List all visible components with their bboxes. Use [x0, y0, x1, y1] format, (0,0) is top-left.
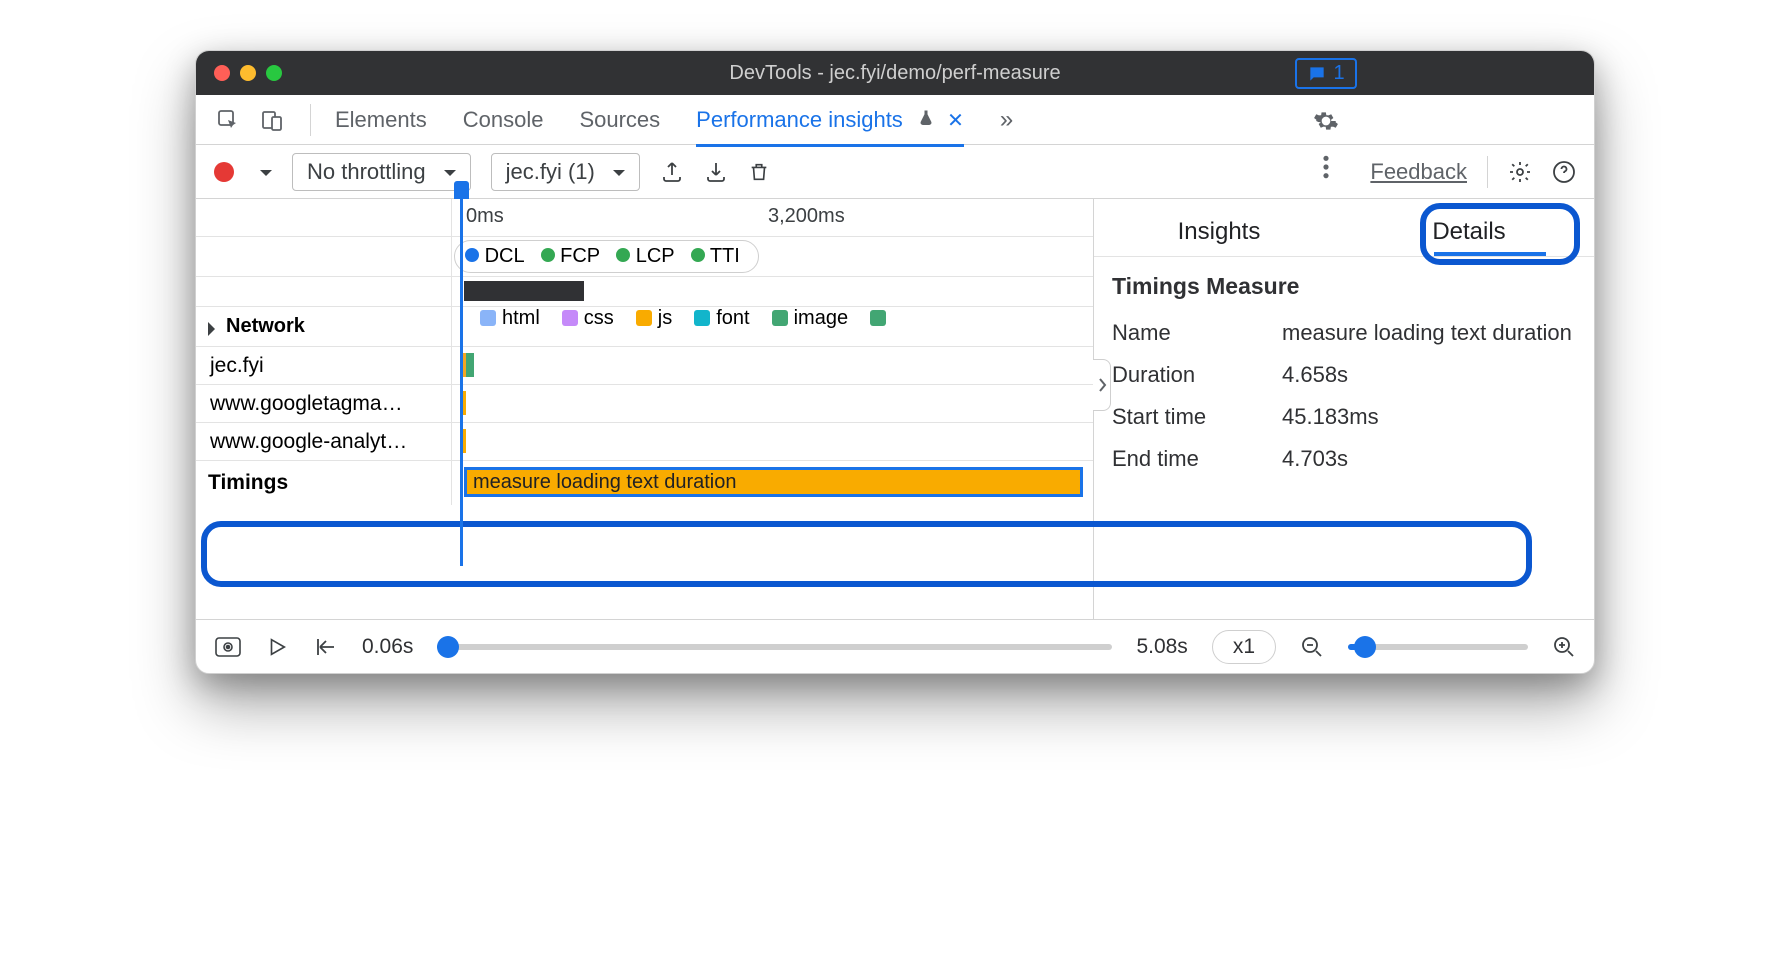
playback-slider[interactable]: [437, 644, 1112, 650]
throttling-value: No throttling: [307, 159, 426, 185]
timing-measure-label: measure loading text duration: [473, 471, 737, 494]
settings-icon[interactable]: [1312, 107, 1340, 135]
devtools-tabbar: Elements Console Sources Performance ins…: [196, 95, 1594, 145]
record-button[interactable]: [214, 162, 234, 182]
throttling-dropdown[interactable]: No throttling: [292, 153, 471, 191]
tab-list: Elements Console Sources Performance ins…: [335, 96, 1060, 144]
divider: [310, 104, 311, 136]
metric-tti: TTI: [710, 245, 740, 267]
timings-header: Timings: [208, 471, 288, 495]
detail-value: 45.183ms: [1282, 404, 1379, 430]
host-label: jec.fyi: [210, 354, 264, 378]
chat-icon: [1307, 64, 1327, 84]
delete-icon[interactable]: [748, 160, 770, 184]
zoom-slider[interactable]: [1348, 644, 1528, 650]
window-controls: [214, 65, 282, 81]
legend-image: image: [772, 307, 848, 330]
side-panel: Insights Details Timings Measure Name me…: [1094, 199, 1594, 619]
disclosure-triangle-icon[interactable]: [208, 322, 222, 336]
zoom-window-button[interactable]: [266, 65, 282, 81]
zoom-in-icon[interactable]: [1552, 635, 1576, 659]
detail-row-start: Start time 45.183ms: [1094, 396, 1594, 438]
close-tab-icon[interactable]: ✕: [947, 110, 964, 132]
import-icon[interactable]: [704, 160, 728, 184]
legend-html: html: [480, 307, 540, 330]
detail-row-name: Name measure loading text duration: [1094, 312, 1594, 354]
content-area: 0ms 3,200ms DCL FCP LCP TTI: [196, 199, 1594, 619]
network-legend-row: Network html css js font image: [196, 307, 1093, 347]
timings-row: Timings measure loading text duration: [196, 461, 1093, 505]
host-label: www.google-analyt…: [210, 430, 407, 454]
detail-value: 4.703s: [1282, 446, 1348, 472]
tick-0ms: 0ms: [466, 205, 504, 228]
metric-fcp: FCP: [560, 245, 600, 267]
sidepanel-tabs: Insights Details: [1094, 199, 1594, 257]
minimize-window-button[interactable]: [240, 65, 256, 81]
record-dropdown-icon[interactable]: [254, 159, 272, 185]
detail-row-end: End time 4.703s: [1094, 438, 1594, 480]
network-host-row[interactable]: www.googletagma…: [196, 385, 1093, 423]
chevron-down-icon: [607, 159, 625, 185]
filmstrip-row: [196, 277, 1093, 307]
tab-insights[interactable]: Insights: [1094, 218, 1344, 256]
kebab-menu-icon[interactable]: [1312, 153, 1340, 181]
device-toolbar-icon[interactable]: [258, 106, 286, 134]
detail-key: Duration: [1112, 362, 1282, 388]
detail-row-duration: Duration 4.658s: [1094, 354, 1594, 396]
more-tabs-button[interactable]: »: [1000, 106, 1013, 134]
legend-js: js: [636, 307, 672, 330]
tick-3200ms: 3,200ms: [768, 205, 845, 228]
host-label: www.googletagma…: [210, 392, 403, 416]
tab-performance-insights[interactable]: Performance insights ✕: [696, 96, 964, 147]
playback-speed[interactable]: x1: [1212, 630, 1276, 664]
inspect-element-icon[interactable]: [214, 106, 242, 134]
close-window-button[interactable]: [214, 65, 230, 81]
export-icon[interactable]: [660, 160, 684, 184]
playhead[interactable]: [460, 199, 463, 566]
active-tab-underline: [1434, 252, 1546, 256]
flask-icon: [917, 109, 935, 127]
play-icon[interactable]: [266, 636, 288, 658]
detail-value: 4.658s: [1282, 362, 1348, 388]
tab-console[interactable]: Console: [463, 96, 544, 144]
metric-lcp: LCP: [636, 245, 675, 267]
detail-key: Name: [1112, 320, 1282, 346]
tab-sources[interactable]: Sources: [579, 96, 660, 144]
recording-select-dropdown[interactable]: jec.fyi (1): [491, 153, 640, 191]
recording-name: jec.fyi (1): [506, 159, 595, 185]
timeline-panel[interactable]: 0ms 3,200ms DCL FCP LCP TTI: [196, 199, 1094, 619]
preview-toggle-icon[interactable]: [214, 635, 242, 659]
ruler-gutter: [196, 199, 452, 236]
playback-bar: 0.06s 5.08s x1: [196, 619, 1594, 673]
filmstrip-thumb[interactable]: [464, 281, 584, 301]
network-host-row[interactable]: jec.fyi: [196, 347, 1093, 385]
tab-performance-insights-label: Performance insights: [696, 107, 903, 132]
network-header: Network: [226, 315, 305, 338]
legend-css: css: [562, 307, 614, 330]
details-section-title: Timings Measure: [1094, 257, 1594, 312]
timing-measure-bar[interactable]: measure loading text duration: [464, 467, 1083, 497]
legend-more: [870, 307, 892, 330]
request-bar[interactable]: [466, 353, 474, 377]
playback-end-time: 5.08s: [1136, 635, 1187, 659]
collapse-panel-button[interactable]: [1093, 359, 1111, 411]
network-host-row[interactable]: www.google-analyt…: [196, 423, 1093, 461]
metrics-row: DCL FCP LCP TTI: [196, 237, 1093, 277]
issues-chip[interactable]: 1: [1295, 58, 1356, 89]
tab-elements[interactable]: Elements: [335, 96, 427, 144]
time-ruler[interactable]: 0ms 3,200ms: [196, 199, 1093, 237]
rewind-icon[interactable]: [312, 636, 338, 658]
detail-key: End time: [1112, 446, 1282, 472]
detail-value: measure loading text duration: [1282, 320, 1572, 346]
detail-key: Start time: [1112, 404, 1282, 430]
devtools-window: DevTools - jec.fyi/demo/perf-measure Ele…: [195, 50, 1595, 674]
legend-font: font: [694, 307, 749, 330]
metric-dcl: DCL: [485, 245, 525, 267]
issues-count: 1: [1333, 62, 1344, 85]
zoom-out-icon[interactable]: [1300, 635, 1324, 659]
playback-start-time: 0.06s: [362, 635, 413, 659]
tab-details[interactable]: Details: [1344, 218, 1594, 256]
metrics-pill[interactable]: DCL FCP LCP TTI: [454, 240, 759, 273]
chevron-down-icon: [438, 159, 456, 185]
